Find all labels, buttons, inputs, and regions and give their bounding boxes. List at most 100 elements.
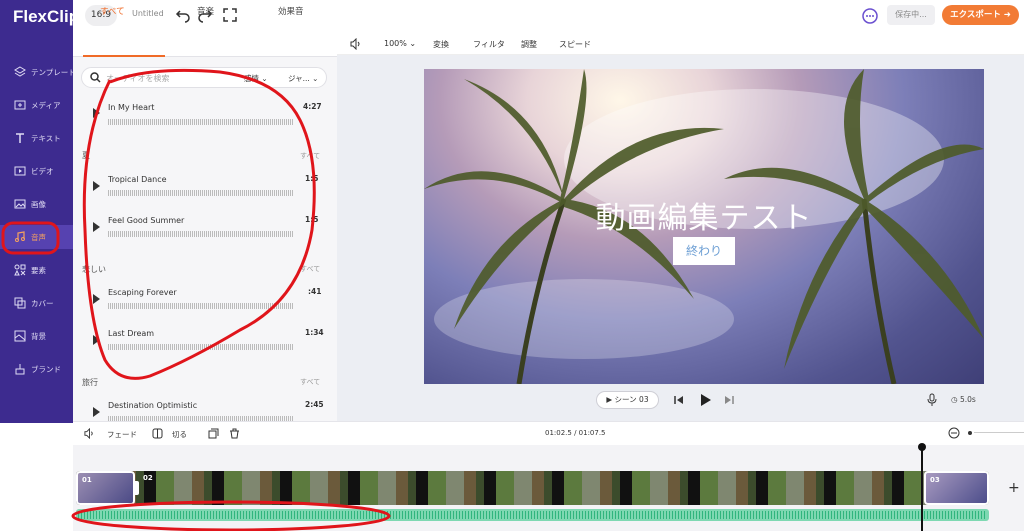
sidebar-item-label: 音声 <box>31 233 46 242</box>
category-title: 悲しい <box>82 265 106 274</box>
see-all-link[interactable]: すべて <box>300 377 320 387</box>
see-all-link[interactable]: すべて <box>300 264 320 274</box>
brand-icon <box>15 364 25 375</box>
sidebar-item-label: 背景 <box>31 332 46 341</box>
volume-icon[interactable] <box>350 38 362 50</box>
volume-icon[interactable] <box>84 428 95 439</box>
sidebar-item-elements[interactable]: 要素 <box>0 258 73 282</box>
filter-button[interactable]: フィルタ <box>473 39 505 50</box>
scene-selector[interactable]: ▶ シーン 03 <box>596 391 659 409</box>
playhead[interactable] <box>921 446 923 531</box>
elements-icon <box>14 264 26 276</box>
track-waveform[interactable] <box>108 119 293 125</box>
sidebar-item-text[interactable]: テキスト <box>0 126 73 150</box>
zoom-value: 100% <box>384 39 407 48</box>
track-duration: 1:34 <box>305 328 324 337</box>
tab-all[interactable]: すべて <box>100 5 125 17</box>
audio-tabs <box>73 33 337 57</box>
video-icon <box>14 166 26 176</box>
scene-duration[interactable]: ◷ 5.0s <box>951 395 976 404</box>
zoom-slider[interactable] <box>974 432 1024 433</box>
sidebar-item-label: 要素 <box>31 266 46 275</box>
export-button[interactable]: エクスポート ➜ <box>942 5 1019 25</box>
split-icon[interactable] <box>152 428 163 439</box>
track-waveform[interactable] <box>108 344 293 350</box>
transition-handle[interactable] <box>133 481 139 495</box>
undo-icon[interactable] <box>175 7 191 23</box>
adjust-button[interactable]: 調整 <box>521 39 537 50</box>
add-scene-button[interactable]: + <box>1008 480 1020 496</box>
sidebar-item-templates[interactable]: テンプレート <box>0 60 76 84</box>
sidebar-item-video[interactable]: ビデオ <box>0 159 73 183</box>
duplicate-icon[interactable] <box>208 428 219 439</box>
speed-button[interactable]: スピード <box>559 39 591 50</box>
cut-button[interactable]: 切る <box>172 429 187 440</box>
fullscreen-icon[interactable] <box>222 7 238 23</box>
clip-thumbnail[interactable]: 01 <box>76 471 135 505</box>
play-icon: ▶ <box>606 395 615 404</box>
sidebar-item-audio[interactable]: 音声 <box>0 225 73 249</box>
track-name[interactable]: Tropical Dance <box>108 175 167 184</box>
chat-icon[interactable] <box>862 8 878 24</box>
clip-number: 03 <box>930 476 940 484</box>
duration-value: 5.0s <box>959 395 976 404</box>
audio-waveform <box>78 511 987 519</box>
tab-sound-effects[interactable]: 効果音 <box>278 5 304 17</box>
music-icon <box>15 231 25 242</box>
track-waveform[interactable] <box>108 303 293 309</box>
genre-value: ジャ... <box>288 74 310 83</box>
sidebar-item-brand[interactable]: ブランド <box>0 357 73 381</box>
sidebar-item-image[interactable]: 画像 <box>0 192 73 216</box>
play-icon[interactable] <box>93 335 100 345</box>
audio-panel <box>73 33 337 423</box>
track-duration: 1:5 <box>305 215 319 224</box>
trash-icon[interactable] <box>229 428 240 439</box>
skip-forward-icon[interactable] <box>724 395 734 405</box>
video-end-button[interactable]: 終わり <box>673 237 735 265</box>
video-title-text[interactable]: 動画編集テスト <box>424 193 984 237</box>
tab-music[interactable]: 音楽 <box>197 5 214 17</box>
sidebar-item-label: ブランド <box>31 365 61 374</box>
sidebar-item-cover[interactable]: カバー <box>0 291 73 315</box>
play-icon[interactable] <box>93 108 100 118</box>
app-logo: FlexClip <box>10 6 79 28</box>
cover-icon <box>14 297 26 309</box>
fade-button[interactable]: フェード <box>107 429 137 440</box>
genre-dropdown[interactable]: ジャ... ⌄ <box>288 73 318 84</box>
sidebar-item-background[interactable]: 背景 <box>0 324 73 348</box>
track-name[interactable]: Feel Good Summer <box>108 216 184 225</box>
sidebar-item-media[interactable]: メディア <box>0 93 73 117</box>
clip-thumbnail[interactable]: 03 <box>924 471 989 505</box>
see-all-link[interactable]: すべて <box>300 151 320 161</box>
sidebar-item-label: テンプレート <box>31 68 76 77</box>
skip-back-icon[interactable] <box>674 395 684 405</box>
video-track[interactable] <box>76 471 989 505</box>
zoom-slider-handle[interactable] <box>968 431 972 435</box>
clock-icon: ◷ <box>951 395 960 404</box>
track-name[interactable]: Last Dream <box>108 329 154 338</box>
play-icon[interactable] <box>700 393 712 407</box>
zoom-out-icon[interactable] <box>948 427 960 439</box>
track-waveform[interactable] <box>108 190 293 196</box>
track-name[interactable]: Escaping Forever <box>108 288 177 297</box>
play-icon[interactable] <box>93 294 100 304</box>
track-waveform[interactable] <box>108 231 293 237</box>
chevron-down-icon: ⌄ <box>261 74 268 83</box>
playhead-handle[interactable] <box>918 443 926 451</box>
microphone-icon[interactable] <box>926 393 938 407</box>
search-placeholder: オーディオを検索 <box>106 74 170 83</box>
zoom-dropdown[interactable]: 100% ⌄ <box>384 39 416 48</box>
mood-dropdown[interactable]: 感情 ⌄ <box>244 73 268 84</box>
play-icon[interactable] <box>93 222 100 232</box>
track-name[interactable]: In My Heart <box>108 103 154 112</box>
search-icon <box>90 72 101 83</box>
play-icon[interactable] <box>93 407 100 417</box>
sidebar-item-label: ビデオ <box>31 167 54 176</box>
chevron-down-icon: ⌄ <box>409 39 417 48</box>
play-icon[interactable] <box>93 181 100 191</box>
transform-button[interactable]: 変換 <box>433 39 449 50</box>
saving-status: 保存中... <box>887 5 935 25</box>
project-title[interactable]: Untitled <box>132 9 164 18</box>
track-name[interactable]: Destination Optimistic <box>108 401 197 410</box>
track-duration: 1:5 <box>305 174 319 183</box>
